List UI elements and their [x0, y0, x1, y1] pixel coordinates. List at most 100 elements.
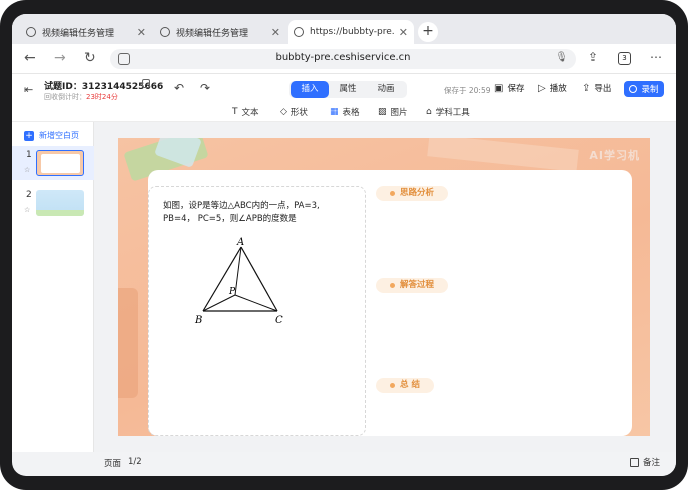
play-icon: ▷	[538, 82, 546, 94]
close-icon[interactable]: ✕	[271, 26, 280, 39]
status-bar: 页面 1/2 备注	[94, 452, 676, 476]
tab-count-button[interactable]: 3	[618, 52, 631, 65]
thumbnail-image	[36, 150, 84, 176]
image-icon: ▨	[378, 107, 387, 117]
vertex-label-b: B	[194, 315, 202, 325]
record-icon	[629, 85, 638, 93]
brand-logo: AI学习机	[589, 149, 640, 162]
exit-icon[interactable]: ⇤	[24, 83, 33, 96]
insert-text-button[interactable]: T 文本	[232, 106, 259, 118]
record-button[interactable]: 录制	[624, 81, 664, 97]
shape-label: 形状	[290, 108, 308, 118]
tab-animation[interactable]: 动画	[367, 81, 405, 98]
compass-icon	[26, 27, 36, 37]
microphone-icon[interactable]: 🎙	[555, 52, 568, 63]
countdown-label: 回收倒计时：	[44, 93, 86, 101]
page-number: 1	[26, 150, 32, 160]
section-summary[interactable]: 总 结	[376, 378, 434, 393]
slide[interactable]: AI学习机 如图，设P是等边△ABC内的一点，PA=3, PB=4， PC=5，…	[118, 138, 650, 436]
pencil-decoration	[118, 288, 138, 398]
triangle-figure: A B C P	[194, 237, 283, 325]
tab-insert[interactable]: 插入	[291, 81, 329, 98]
reload-icon[interactable]: ↻	[84, 50, 96, 66]
plus-icon: +	[24, 130, 34, 141]
save-button[interactable]: ▣ 保存	[494, 82, 525, 95]
browser-nav-bar: ← → ↻ bubbty-pre.ceshiservice.cn 🎙 ⇪ 3 ⋯	[12, 44, 676, 74]
insert-table-button[interactable]: ▦ 表格	[330, 106, 360, 118]
address-bar[interactable]: bubbty-pre.ceshiservice.cn 🎙	[110, 49, 576, 69]
countdown-value: 23时24分	[86, 93, 118, 101]
browser-tab-1[interactable]: 视频编辑任务管理 ✕	[20, 20, 152, 44]
tablet-frame: 视频编辑任务管理 ✕ 视频编辑任务管理 ✕ https://bubbty-pre…	[0, 0, 688, 490]
ruler-decoration	[427, 138, 579, 172]
forward-arrow-icon[interactable]: →	[54, 50, 66, 66]
text-label: 文本	[241, 108, 259, 118]
tools-label: 学科工具	[435, 108, 470, 118]
editor-header: ⇤ 试题ID：3123144525666 回收倒计时：23时24分 ↶ ↷ 插入…	[12, 74, 676, 104]
save-label: 保存	[507, 84, 525, 94]
question-line-2: PB=4， PC=5，则∠APB的度数是	[163, 214, 297, 224]
section-solution[interactable]: 解答过程	[376, 278, 449, 293]
insert-image-button[interactable]: ▨ 图片	[378, 106, 408, 118]
more-icon[interactable]: ⋯	[650, 50, 662, 64]
save-icon: ▣	[494, 82, 504, 94]
browser-tab-strip: 视频编辑任务管理 ✕ 视频编辑任务管理 ✕ https://bubbty-pre…	[12, 14, 676, 44]
close-icon[interactable]: ✕	[137, 26, 146, 39]
back-arrow-icon[interactable]: ←	[24, 50, 36, 66]
question-line-1: 如图，设P是等边△ABC内的一点，PA=3,	[163, 201, 320, 211]
table-icon: ▦	[330, 107, 339, 117]
section-label: 解答过程	[400, 280, 435, 290]
new-tab-button[interactable]: +	[418, 22, 438, 42]
thumbnail-image	[36, 190, 84, 216]
notes-icon	[629, 457, 639, 467]
play-label: 播放	[549, 84, 567, 94]
section-label: 思路分析	[400, 188, 435, 198]
content-card: 如图，设P是等边△ABC内的一点，PA=3, PB=4， PC=5，则∠APB的…	[148, 170, 632, 436]
page-thumbnail-2[interactable]: 2 ☆	[12, 186, 94, 220]
compass-icon	[160, 27, 170, 37]
export-button[interactable]: ⇪ 导出	[582, 82, 612, 95]
tab-title: https://bubbty-pre.ceshiservice.cn	[310, 27, 395, 37]
browser-tab-3[interactable]: https://bubbty-pre.ceshiservice.cn ✕	[288, 20, 414, 44]
compass-icon	[294, 27, 304, 37]
export-icon: ⇪	[582, 82, 591, 94]
insert-toolbar: T 文本 ◇ 形状 ▦ 表格 ▨ 图片 ⌂ 学科工具	[12, 104, 676, 122]
page-number: 2	[26, 190, 32, 200]
section-analysis[interactable]: 思路分析	[376, 186, 449, 201]
close-icon[interactable]: ✕	[399, 26, 408, 39]
copy-icon[interactable]	[142, 79, 150, 88]
recycle-countdown: 回收倒计时：23时24分	[44, 92, 118, 102]
insert-shape-button[interactable]: ◇ 形状	[280, 106, 308, 118]
share-icon[interactable]: ⇪	[588, 50, 598, 64]
url-text: bubbty-pre.ceshiservice.cn	[275, 52, 411, 63]
shape-icon: ◇	[280, 107, 287, 117]
subject-tools-button[interactable]: ⌂ 学科工具	[426, 106, 470, 118]
screen: 视频编辑任务管理 ✕ 视频编辑任务管理 ✕ https://bubbty-pre…	[12, 14, 676, 476]
record-label: 录制	[641, 85, 659, 95]
saved-time: 保存于 20:59	[444, 86, 491, 95]
notes-label: 备注	[642, 458, 660, 468]
play-button[interactable]: ▷ 播放	[538, 82, 567, 95]
undo-icon[interactable]: ↶	[174, 81, 184, 95]
tab-title: 视频编辑任务管理	[176, 28, 249, 39]
table-label: 表格	[342, 108, 360, 118]
page-thumbnail-1[interactable]: 1 ☆	[12, 146, 94, 180]
tab-properties[interactable]: 属性	[329, 81, 367, 98]
vertex-label-a: A	[236, 237, 244, 248]
section-label: 总 结	[400, 380, 420, 390]
vertex-label-c: C	[275, 315, 283, 325]
page-label: 页面	[104, 459, 122, 469]
page-panel: + 新增空白页 1 ☆ 2 ☆	[12, 122, 94, 452]
page-count: 1/2	[128, 457, 142, 467]
redo-icon[interactable]: ↷	[200, 81, 210, 95]
question-box[interactable]: 如图，设P是等边△ABC内的一点，PA=3, PB=4， PC=5，则∠APB的…	[148, 186, 366, 436]
point-label-p: P	[228, 287, 236, 297]
browser-tab-2[interactable]: 视频编辑任务管理 ✕	[154, 20, 286, 44]
question-text: 如图，设P是等边△ABC内的一点，PA=3, PB=4， PC=5，则∠APB的…	[163, 200, 359, 226]
export-label: 导出	[594, 84, 612, 94]
text-icon: T	[232, 107, 238, 117]
editor-canvas: AI学习机 如图，设P是等边△ABC内的一点，PA=3, PB=4， PC=5，…	[94, 122, 676, 452]
add-blank-page-button[interactable]: + 新增空白页	[24, 130, 79, 141]
animation-star-icon: ☆	[24, 166, 31, 174]
notes-button[interactable]: 备注	[629, 456, 660, 468]
